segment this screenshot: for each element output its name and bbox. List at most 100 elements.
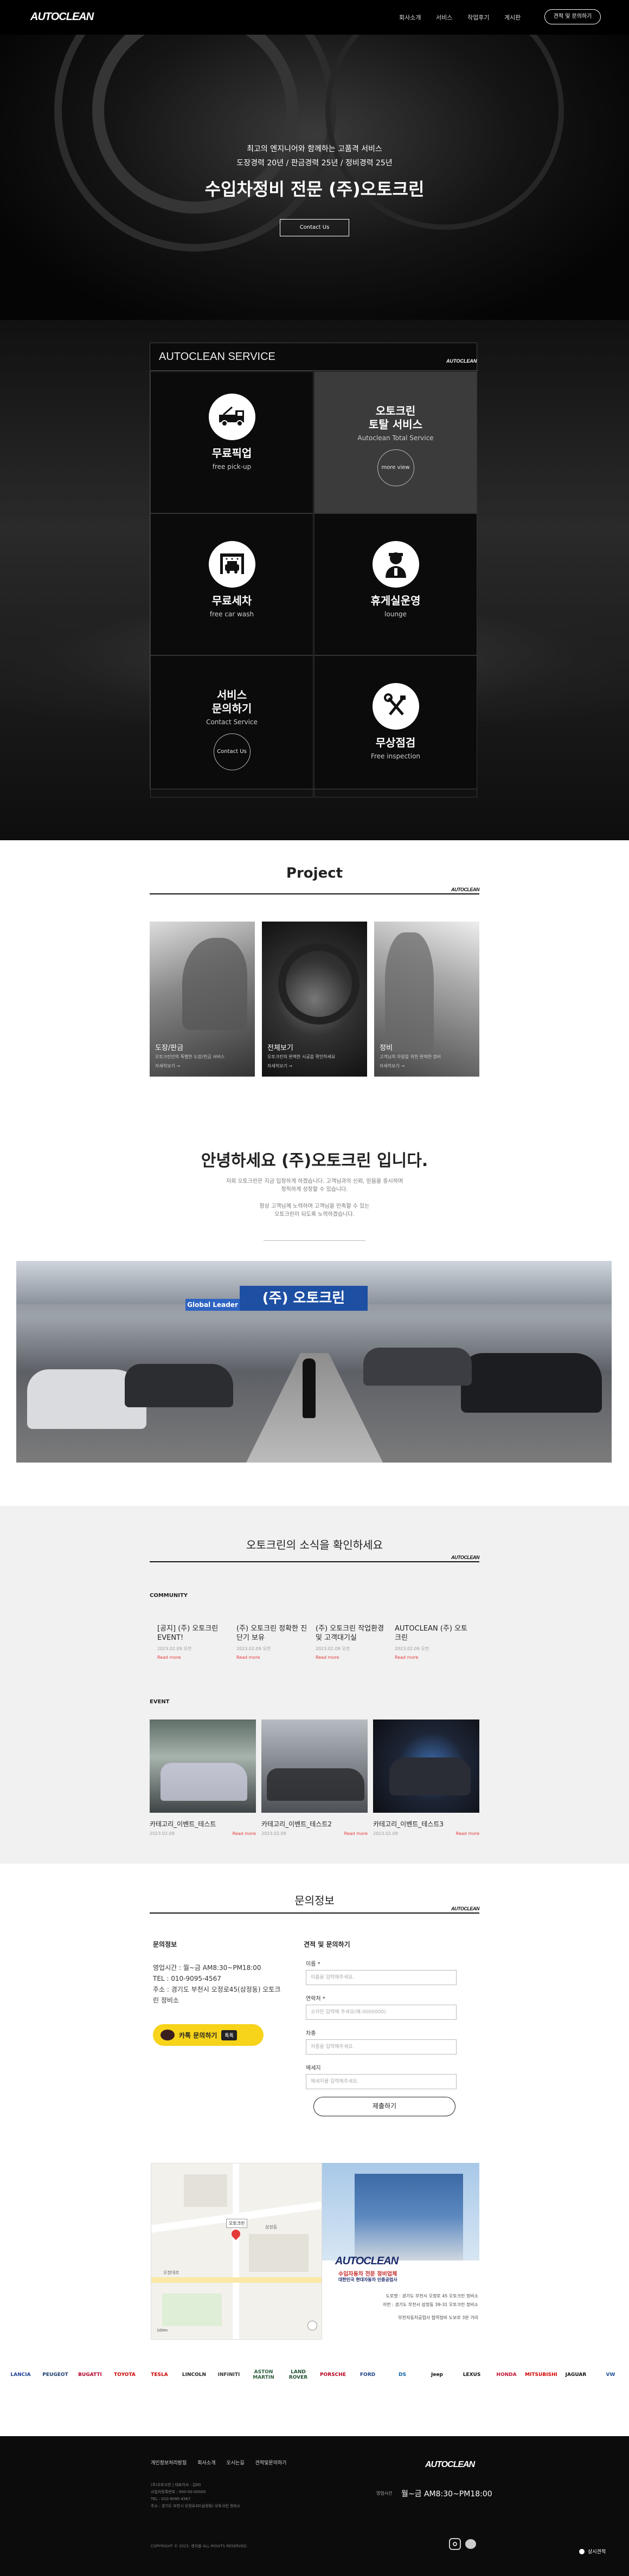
contact-us-button[interactable]: Contact Us (213, 733, 251, 770)
project-card-all[interactable]: 전체보기 오토크린의 완벽한 시공을 확인하세요 자세히보기 → (262, 922, 367, 1077)
event-title[interactable]: 카테고리_이벤트_테스트2 (261, 1819, 368, 1828)
service-cell-free-inspection[interactable]: 무상점검 Free inspection (314, 655, 477, 797)
service-cell-lounge[interactable]: 휴게실운영 lounge (314, 513, 477, 655)
inquiry-form: 이름 * 이름을 입력해주세요. 연락처 * 숫자만 입력해 주세요(예:000… (306, 1959, 457, 2098)
brand-logo-jeep: Jeep (431, 2372, 443, 2378)
address: 주소 : 경기도 부천시 오정로45(삼정동) 오토크린 정비소 (153, 1986, 281, 2004)
service-cell-free-car-wash[interactable]: 무료세차 free car wash (150, 513, 313, 655)
site-logo[interactable]: AUTOCLEAN (30, 11, 94, 23)
nav-link-board[interactable]: 게시판 (504, 13, 521, 22)
community-post[interactable]: (주) 오토크린 작업환경 및 고객대기실 2023.02.09 오전 Read… (316, 1624, 389, 1660)
hero-subline-2: 도장경력 20년 / 판금경력 25년 / 정비경력 25년 (236, 159, 393, 168)
phone-input[interactable]: 숫자만 입력해 주세요(예:0000000) (306, 2005, 457, 2020)
privacy-policy-link[interactable]: 개인정보처리방침 (151, 2459, 187, 2466)
divider (150, 370, 478, 371)
services-section: AUTOCLEAN SERVICE AUTOCLEAN 무료픽업 free pi… (0, 320, 629, 840)
kakao-talk-badge: 톡톡 (221, 2030, 237, 2040)
kakao-inquiry-button[interactable]: 카톡 문의하기 톡톡 (153, 2024, 264, 2046)
post-title[interactable]: (주) 오토크린 작업환경 및 고객대기실 (316, 1624, 389, 1643)
hero-banner: 최고의 엔지니어와 함께하는 고품격 서비스 도장경력 20년 / 판금경력 2… (0, 35, 629, 320)
nav-link-about[interactable]: 회사소개 (399, 13, 421, 22)
community-post[interactable]: [공지] (주) 오토크린 EVENT! 2023.02.09 오전 Read … (157, 1624, 230, 1660)
hero-subline-1: 최고의 엔지니어와 함께하는 고품격 서비스 (247, 145, 382, 153)
event-title[interactable]: 카테고리_이벤트_테스트 (150, 1819, 256, 1828)
intro-text-line: 저희 오토크린은 지금 입장하게 하겠습니다. 고객님과의 신뢰, 믿음을 중시… (226, 1178, 403, 1184)
project-title: Project (286, 865, 343, 881)
read-more-link[interactable]: Read more (456, 1831, 479, 1836)
message-input[interactable]: 메세지를 입력해주세요. (306, 2074, 457, 2089)
kakao-button-label: 카톡 문의하기 (179, 2031, 217, 2039)
divider (150, 893, 479, 894)
brand-logo-peugeot: PEUGEOT (42, 2372, 68, 2378)
read-more-link[interactable]: Read more (236, 1655, 310, 1660)
divider (150, 1912, 479, 1914)
service-cell-contact[interactable]: 서비스 문의하기 Contact Service Contact Us (150, 655, 313, 797)
contact-title: 문의정보 (294, 1894, 335, 1907)
location-map[interactable]: 오토크린 오정대로 삼정동 100m (151, 2163, 322, 2340)
service-cell-title: 무상점검 (375, 736, 416, 749)
dark-car-shape (125, 1364, 233, 1407)
inquiry-link[interactable]: 견적및문의하기 (255, 2459, 287, 2466)
post-date: 2023.02.09 오전 (236, 1646, 271, 1651)
project-card-more[interactable]: 자세히보기 → (380, 1063, 472, 1069)
company-info-line: 사업자등록번호 : 000-00-00000 (151, 2490, 206, 2494)
project-card-more[interactable]: 자세히보기 → (155, 1063, 247, 1069)
event-date: 2023.02.09 (373, 1831, 398, 1836)
project-photo-shape (182, 938, 247, 1030)
map-pin-icon[interactable] (229, 2227, 242, 2240)
project-card-paint[interactable]: 도장/판금 오토크린만의 특별한 도장/판금 서비스 자세히보기 → (150, 922, 255, 1077)
community-post[interactable]: AUTOCLEAN (주) 오토크린 2023.02.09 오전 Read mo… (395, 1624, 468, 1660)
service-cell-sub: lounge (384, 610, 407, 618)
post-title[interactable]: (주) 오토크린 정확한 진단기 보유 (236, 1624, 310, 1643)
about-link[interactable]: 회사소개 (197, 2459, 215, 2466)
divider (150, 1561, 479, 1562)
brand-logo-vw: VW (606, 2372, 615, 2378)
event-card[interactable]: 카테고리_이벤트_테스트 2023.02.09 Read more (150, 1720, 256, 1836)
footer-hours: 월~금 AM8:30~PM18:00 (401, 2490, 492, 2498)
phone-number: TEL : 010-9095-4567 (153, 1975, 221, 1982)
instagram-icon[interactable] (449, 2538, 461, 2550)
event-card[interactable]: 카테고리_이벤트_테스트3 2023.02.09 Read more (373, 1720, 479, 1836)
submit-button[interactable]: 제출하기 (313, 2097, 455, 2116)
read-more-link[interactable]: Read more (233, 1831, 256, 1836)
business-hours: 영업시간 : 월~금 AM8:30~PM18:00 (153, 1964, 261, 1972)
event-card[interactable]: 카테고리_이벤트_테스트2 2023.02.09 Read more (261, 1720, 368, 1836)
brand-logo-honda: HONDA (496, 2372, 517, 2378)
car-model-input[interactable]: 차종을 입력해주세요. (306, 2039, 457, 2055)
lounge-staff-icon (372, 541, 419, 588)
service-cell-title-line2: 문의하기 (211, 702, 252, 715)
read-more-link[interactable]: Read more (344, 1831, 368, 1836)
post-title[interactable]: AUTOCLEAN (주) 오토크린 (395, 1624, 468, 1643)
read-more-link[interactable]: Read more (395, 1655, 468, 1660)
person-shape (303, 1358, 316, 1418)
project-card-more[interactable]: 자세히보기 → (267, 1063, 360, 1069)
form-label-car-model: 차종 (306, 2031, 316, 2037)
project-card-title: 정비 (380, 1044, 393, 1052)
nav-link-service[interactable]: 서비스 (436, 13, 452, 22)
directions-link[interactable]: 오시는길 (226, 2459, 244, 2466)
read-more-link[interactable]: Read more (316, 1655, 389, 1660)
service-cell-free-pickup[interactable]: 무료픽업 free pick-up (150, 371, 313, 513)
company-info-line: (주)오토크린 | 대표이사 : 김00 (151, 2483, 201, 2487)
post-title[interactable]: [공지] (주) 오토크린 EVENT! (157, 1624, 230, 1643)
floating-quote-button[interactable]: 상시견적 (579, 2548, 606, 2555)
building-address: 도로명 : 경기도 부천시 오정로 45 오토크린 정비소 지번 : 경기도 부… (333, 2292, 478, 2322)
project-card-repair[interactable]: 정비 고객님의 차량을 위한 완벽한 정비 자세히보기 → (374, 922, 479, 1077)
quote-inquiry-button[interactable]: 견적 및 문의하기 (544, 9, 601, 24)
brand-logo-lexus: LEXUS (463, 2372, 481, 2378)
map-block (184, 2174, 227, 2207)
map-zoom-control[interactable] (307, 2321, 317, 2330)
chat-bubble-icon[interactable] (465, 2539, 476, 2549)
car-shape (267, 1768, 364, 1801)
service-panel: AUTOCLEAN SERVICE AUTOCLEAN 무료픽업 free pi… (150, 343, 478, 797)
form-label-phone: 연락처 * (306, 1996, 325, 2002)
hero-contact-button[interactable]: Contact Us (280, 219, 349, 236)
nav-link-review[interactable]: 작업후기 (467, 13, 489, 22)
intro-title: 안녕하세요 (주)오토크린 입니다. (201, 1151, 428, 1170)
service-cell-total-service[interactable]: 오토크린 토탈 서비스 Autoclean Total Service more… (314, 371, 477, 513)
event-title[interactable]: 카테고리_이벤트_테스트3 (373, 1819, 479, 1828)
read-more-link[interactable]: Read more (157, 1655, 230, 1660)
community-post[interactable]: (주) 오토크린 정확한 진단기 보유 2023.02.09 오전 Read m… (236, 1624, 310, 1660)
more-view-button[interactable]: more view (377, 449, 414, 486)
name-input[interactable]: 이름을 입력해주세요. (306, 1970, 457, 1985)
